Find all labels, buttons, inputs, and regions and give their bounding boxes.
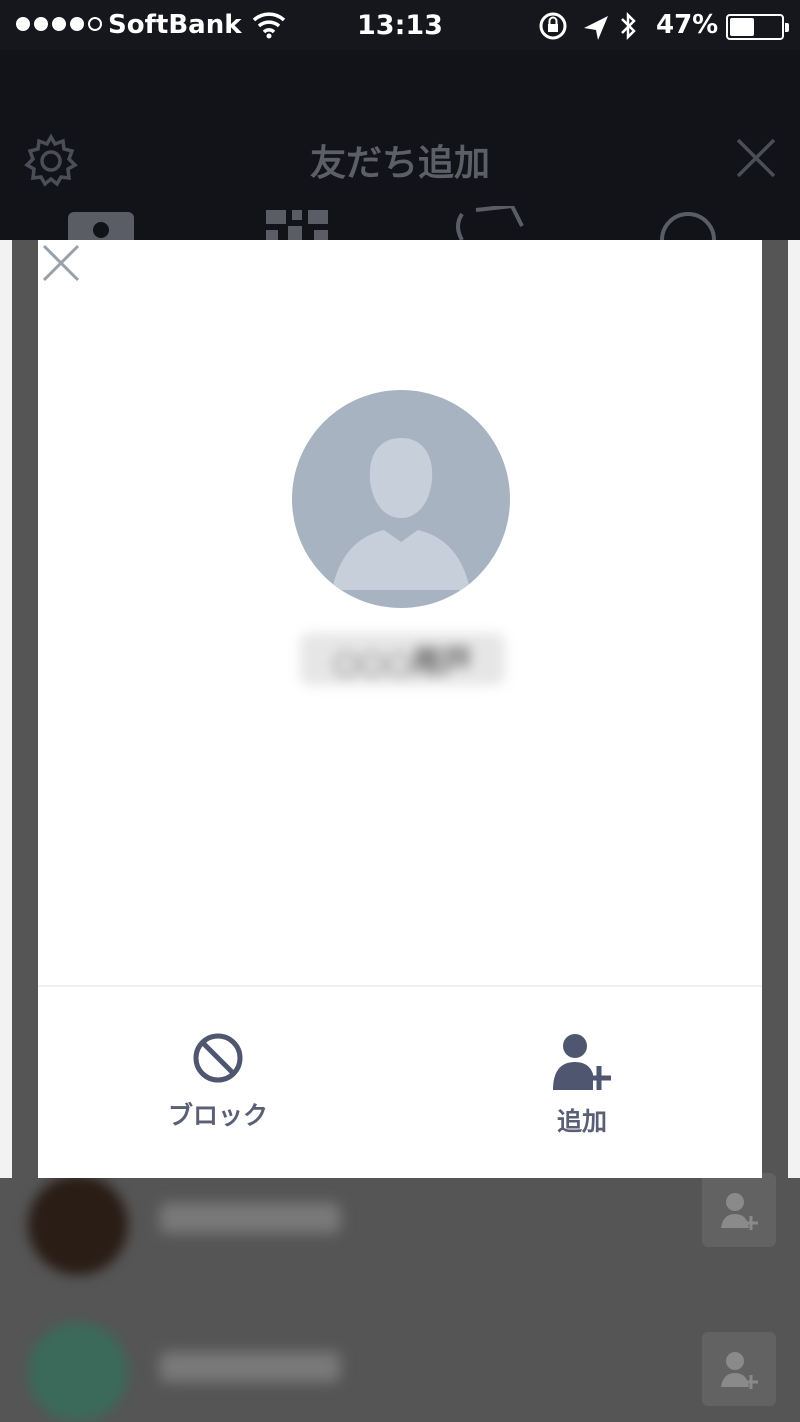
- next-card-edge: [788, 240, 800, 1178]
- avatar: [28, 1322, 128, 1422]
- add-friend-button[interactable]: 追加: [502, 1030, 662, 1140]
- close-icon[interactable]: [38, 240, 84, 286]
- list-item-name: [160, 1203, 340, 1233]
- battery-percent: 47%: [656, 10, 719, 40]
- avatar: [28, 1175, 128, 1275]
- qr-code-tab-icon[interactable]: [266, 206, 340, 244]
- contacts-tab-icon[interactable]: [68, 206, 134, 246]
- add-label: 追加: [556, 1107, 607, 1136]
- divider: [38, 985, 762, 987]
- header-bar: 友だち追加: [0, 50, 800, 246]
- previous-card-edge: [0, 240, 12, 1178]
- page-title: 友だち追加: [309, 143, 490, 184]
- status-bar: SoftBank 13:13 47%: [0, 0, 800, 50]
- bluetooth-icon: [621, 11, 636, 41]
- add-friend-button[interactable]: [702, 1173, 776, 1247]
- status-icons: [538, 10, 648, 46]
- block-label: ブロック: [167, 1101, 268, 1130]
- add-friend-button[interactable]: [702, 1332, 776, 1406]
- shake-tab-icon[interactable]: [452, 203, 532, 244]
- add-friend-icon: [553, 1034, 611, 1090]
- profile-name: ○○○用戸: [300, 633, 505, 685]
- default-avatar-icon: [292, 390, 510, 608]
- list-item-name: [160, 1352, 340, 1382]
- battery-icon: [726, 14, 789, 40]
- location-arrow-icon: [584, 16, 608, 40]
- lock-rotation-icon: [539, 12, 567, 40]
- close-icon[interactable]: [734, 136, 778, 184]
- block-icon: [193, 1033, 243, 1083]
- block-button[interactable]: ブロック: [138, 1030, 298, 1140]
- search-tab-icon[interactable]: [658, 206, 718, 244]
